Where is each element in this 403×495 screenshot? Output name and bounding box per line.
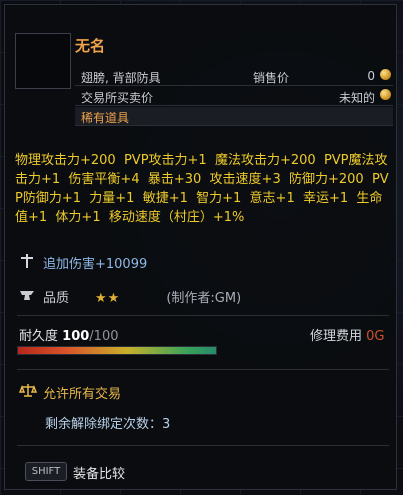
item-icon-slot [15, 33, 71, 89]
repair-cost-value: 0G [366, 329, 385, 344]
trade-permission-text: 允许所有交易 [43, 387, 122, 402]
scales-icon [18, 383, 43, 402]
trade-price-value: 未知的 [338, 91, 375, 105]
item-slot-label: 翅膀, 背部防具 [81, 71, 161, 85]
quality-stars: ★★ [95, 291, 121, 306]
durability-bar [17, 346, 217, 355]
durability-max: /100 [89, 329, 119, 344]
equipment-compare-label: 装备比较 [73, 467, 126, 482]
sell-price-label: 销售价 [253, 71, 290, 85]
gold-coin-icon [380, 69, 391, 80]
quality-label: 品质 [43, 291, 70, 306]
trade-price-label: 交易所买卖价 [81, 91, 154, 105]
shift-key-hint: SHIFT [25, 462, 67, 481]
rarity-label: 稀有道具 [81, 111, 130, 125]
durability-label: 耐久度 100/100 [19, 325, 119, 344]
trade-price-row: 交易所买卖价 未知的 [75, 87, 393, 106]
quality-line: 品质 ★★ (制作者:GM) [19, 287, 241, 306]
item-name: 无名 [75, 37, 106, 55]
divider [17, 315, 389, 316]
anvil-icon [19, 288, 43, 306]
rarity-row: 稀有道具 [75, 107, 393, 126]
added-damage-line: 追加伤害+10099 [19, 253, 147, 272]
sword-icon [19, 254, 43, 272]
durability-title: 耐久度 [19, 329, 59, 344]
sell-price-value: 0 [367, 69, 375, 83]
divider [17, 445, 389, 446]
divider [17, 369, 389, 370]
repair-cost: 修理费用 0G [310, 325, 385, 344]
gold-coin-icon [380, 89, 391, 100]
maker-label: (制作者:GM) [166, 291, 242, 306]
repair-label: 修理费用 [310, 329, 363, 344]
durability-current: 100 [62, 329, 90, 344]
added-damage-text: 追加伤害+10099 [43, 257, 148, 272]
trade-permission-line: 允许所有交易 [18, 383, 122, 402]
unbind-remaining: 剩余解除绑定次数：3 [45, 417, 171, 432]
item-stats: 物理攻击力+200 PVP攻击力+1 魔法攻击力+200 PVP魔法攻击力+1 … [15, 153, 389, 225]
durability-bar-fill [18, 347, 216, 354]
item-tooltip: 无名 翅膀, 背部防具 销售价 0 交易所买卖价 未知的 稀有道具 物理攻击力+… [4, 4, 397, 490]
item-slot-row: 翅膀, 背部防具 销售价 0 [75, 67, 393, 86]
